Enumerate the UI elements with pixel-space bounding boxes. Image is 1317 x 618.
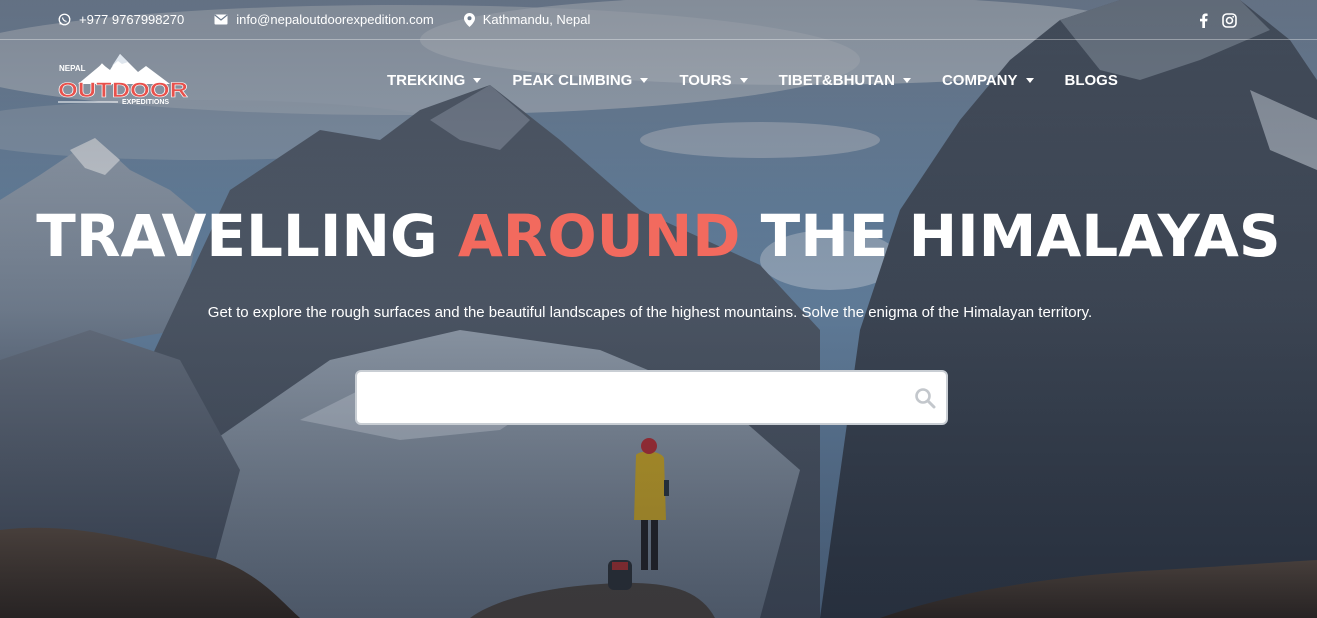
nav-tibet-bhutan[interactable]: TIBET&BHUTAN	[779, 72, 911, 89]
top-contact-bar: +977 9767998270 info@nepaloutdoorexpedit…	[0, 0, 1317, 40]
main-navigation: TREKKING PEAK CLIMBING TOURS TIBET&BHUTA…	[387, 66, 1149, 94]
nav-label: BLOGS	[1064, 71, 1118, 89]
nav-label: COMPANY	[941, 71, 1018, 89]
instagram-icon[interactable]	[1222, 12, 1237, 28]
caret-down-icon	[739, 77, 748, 83]
email-address: info@nepaloutdoorexpedition.com	[236, 12, 434, 27]
phone-number: +977 9767998270	[79, 12, 185, 27]
caret-down-icon	[1025, 77, 1034, 83]
nav-label: TREKKING	[387, 71, 466, 89]
search-button[interactable]	[912, 385, 938, 411]
hero-title: TRAVELLING AROUND THE HIMALAYAS	[0, 202, 1317, 270]
facebook-icon[interactable]	[1199, 13, 1208, 28]
nav-tours[interactable]: TOURS	[679, 71, 748, 89]
caret-down-icon	[473, 77, 482, 83]
hero-title-part1: TRAVELLING	[36, 202, 458, 270]
site-logo[interactable]: NEPAL OUTDOOR EXPEDITIONS	[58, 52, 192, 108]
hero-title-part2: THE HIMALAYAS	[740, 202, 1281, 270]
hero-subtitle: Get to explore the rough surfaces and th…	[207, 304, 1093, 321]
phone-contact[interactable]: +977 9767998270	[58, 12, 184, 27]
logo-line1: NEPAL	[59, 64, 86, 73]
caret-down-icon	[902, 77, 911, 83]
nav-label: TOURS	[679, 71, 732, 89]
location-text: Kathmandu, Nepal	[482, 12, 591, 27]
search-icon	[915, 388, 936, 409]
envelope-icon	[214, 14, 228, 25]
logo-line3: EXPEDITIONS	[122, 99, 169, 106]
search-box	[355, 370, 948, 425]
nav-blogs[interactable]: BLOGS	[1065, 72, 1118, 89]
caret-down-icon	[640, 77, 649, 83]
nav-label: PEAK CLIMBING	[512, 71, 633, 89]
nav-peak-climbing[interactable]: PEAK CLIMBING	[512, 71, 649, 89]
email-contact[interactable]: info@nepaloutdoorexpedition.com	[214, 12, 434, 27]
nav-company[interactable]: COMPANY	[942, 72, 1034, 89]
location-contact: Kathmandu, Nepal	[463, 12, 591, 27]
nav-trekking[interactable]: TREKKING	[387, 71, 482, 89]
map-pin-icon	[463, 12, 475, 27]
whatsapp-icon	[58, 13, 71, 26]
contact-info: +977 9767998270 info@nepaloutdoorexpedit…	[58, 12, 620, 27]
nav-label: TIBET&BHUTAN	[778, 71, 895, 89]
social-links	[1185, 0, 1237, 40]
hero-title-accent: AROUND	[457, 202, 741, 270]
search-input[interactable]	[357, 372, 946, 423]
